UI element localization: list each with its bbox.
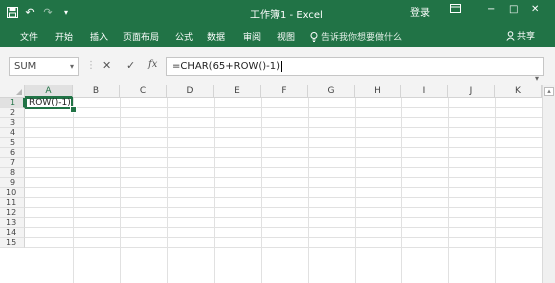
share-button[interactable]: 共享 (506, 29, 535, 42)
gridline (25, 197, 542, 198)
chevron-down-icon[interactable]: ▾ (70, 58, 74, 75)
tab-view[interactable]: 视图 (277, 30, 295, 43)
ribbon-tabs: 文件 开始 插入 页面布局 公式 数据 审阅 视图 告诉我你想要做什么 共享 (0, 25, 555, 47)
formula-input[interactable]: =CHAR(65+ROW()-1) ▾ (166, 57, 544, 83)
tab-file[interactable]: 文件 (20, 30, 38, 43)
column-header-g[interactable]: G (308, 85, 355, 98)
column-header-i[interactable]: I (401, 85, 448, 98)
row-header-13[interactable]: 13 (0, 218, 25, 228)
gridline (25, 127, 542, 128)
text-cursor (281, 60, 283, 72)
tell-me-text: 告诉我你想要做什么 (321, 33, 403, 43)
row-header-12[interactable]: 12 (0, 208, 25, 218)
gridline (73, 98, 74, 283)
column-header-f[interactable]: F (261, 85, 308, 98)
row-header-15[interactable]: 15 (0, 238, 25, 248)
title-bar: ↶ ↷ ▾ 工作簿1 - Excel 登录 − □ ✕ (0, 0, 555, 25)
gridline (355, 98, 356, 283)
formula-bar-splitter[interactable]: ⋮ (86, 60, 96, 71)
formula-bar: SUM ▾ ⋮ ✕ ✓ fx =CHAR(65+ROW()-1) ▾ (0, 47, 555, 86)
share-label: 共享 (517, 32, 536, 42)
column-header-h[interactable]: H (355, 85, 401, 98)
lightbulb-icon (310, 31, 318, 42)
gridline (25, 167, 542, 168)
row-header-3[interactable]: 3 (0, 118, 25, 128)
row-header-14[interactable]: 14 (0, 228, 25, 238)
gridline (261, 98, 262, 283)
column-header-k[interactable]: K (495, 85, 542, 98)
gridline (308, 98, 309, 283)
name-box[interactable]: SUM ▾ (9, 57, 79, 76)
column-header-b[interactable]: B (73, 85, 120, 98)
cancel-button[interactable]: ✕ (102, 59, 111, 72)
gridline (448, 98, 449, 283)
tab-page-layout[interactable]: 页面布局 (123, 30, 159, 43)
row-header-8[interactable]: 8 (0, 168, 25, 178)
column-header-e[interactable]: E (214, 85, 261, 98)
row-header-11[interactable]: 11 (0, 198, 25, 208)
column-header-d[interactable]: D (167, 85, 214, 98)
login-button[interactable]: 登录 (410, 4, 430, 19)
formula-text: =CHAR(65+ROW()-1) (172, 61, 281, 72)
insert-function-button[interactable]: fx (148, 59, 157, 70)
customize-qat-icon[interactable]: ▾ (60, 6, 72, 18)
window-title: 工作簿1 - Excel (250, 10, 323, 21)
name-box-value: SUM (14, 61, 37, 72)
worksheet-grid[interactable]: A B C D E F G H I J K 1 2 3 4 5 6 7 8 9 … (0, 85, 555, 283)
gridline (25, 217, 542, 218)
row-header-4[interactable]: 4 (0, 128, 25, 138)
tab-formulas[interactable]: 公式 (175, 30, 193, 43)
cell-a1-text: ROW()-1) (29, 98, 71, 108)
tab-insert[interactable]: 插入 (90, 30, 108, 43)
quick-access-toolbar: ↶ ↷ ▾ (6, 4, 72, 20)
row-header-10[interactable]: 10 (0, 188, 25, 198)
tab-review[interactable]: 审阅 (243, 30, 261, 43)
column-header-j[interactable]: J (448, 85, 495, 98)
gridline (25, 147, 542, 148)
tab-home[interactable]: 开始 (55, 30, 73, 43)
column-header-c[interactable]: C (120, 85, 167, 98)
row-header-7[interactable]: 7 (0, 158, 25, 168)
undo-icon[interactable]: ↶ (24, 6, 36, 19)
select-all-button[interactable] (0, 85, 25, 98)
gridline (25, 107, 542, 108)
redo-icon[interactable]: ↷ (42, 6, 54, 19)
gridline (25, 237, 542, 238)
gridline (120, 98, 121, 283)
row-header-9[interactable]: 9 (0, 178, 25, 188)
gridline (25, 117, 542, 118)
gridline (167, 98, 168, 283)
gridline (25, 227, 542, 228)
gridline (25, 247, 542, 248)
vertical-scrollbar[interactable]: ▴ (542, 85, 555, 283)
gridline (25, 177, 542, 178)
scroll-up-icon[interactable]: ▴ (544, 87, 554, 96)
fill-handle[interactable] (70, 106, 77, 113)
row-header-5[interactable]: 5 (0, 138, 25, 148)
tell-me-box[interactable]: 告诉我你想要做什么 (310, 30, 402, 43)
gridline (25, 187, 542, 188)
maximize-button[interactable]: □ (509, 4, 518, 15)
active-cell-a1[interactable]: ROW()-1) (25, 97, 73, 109)
close-button[interactable]: ✕ (531, 4, 539, 15)
gridline (401, 98, 402, 283)
gridline (25, 157, 542, 158)
tab-data[interactable]: 数据 (207, 30, 225, 43)
row-header-6[interactable]: 6 (0, 148, 25, 158)
enter-button[interactable]: ✓ (126, 59, 135, 72)
gridline (495, 98, 496, 283)
minimize-button[interactable]: − (487, 4, 495, 15)
gridline (25, 207, 542, 208)
person-icon (506, 30, 515, 41)
gridline (214, 98, 215, 283)
gridline (25, 137, 542, 138)
save-icon[interactable] (6, 6, 18, 18)
excel-window: ↶ ↷ ▾ 工作簿1 - Excel 登录 − □ ✕ 文件 开始 插入 页面布… (0, 0, 555, 283)
ribbon-display-icon[interactable] (450, 4, 461, 13)
row-header-2[interactable]: 2 (0, 108, 25, 118)
select-all-triangle-icon (16, 89, 22, 95)
row-header-1[interactable]: 1 (0, 98, 25, 108)
